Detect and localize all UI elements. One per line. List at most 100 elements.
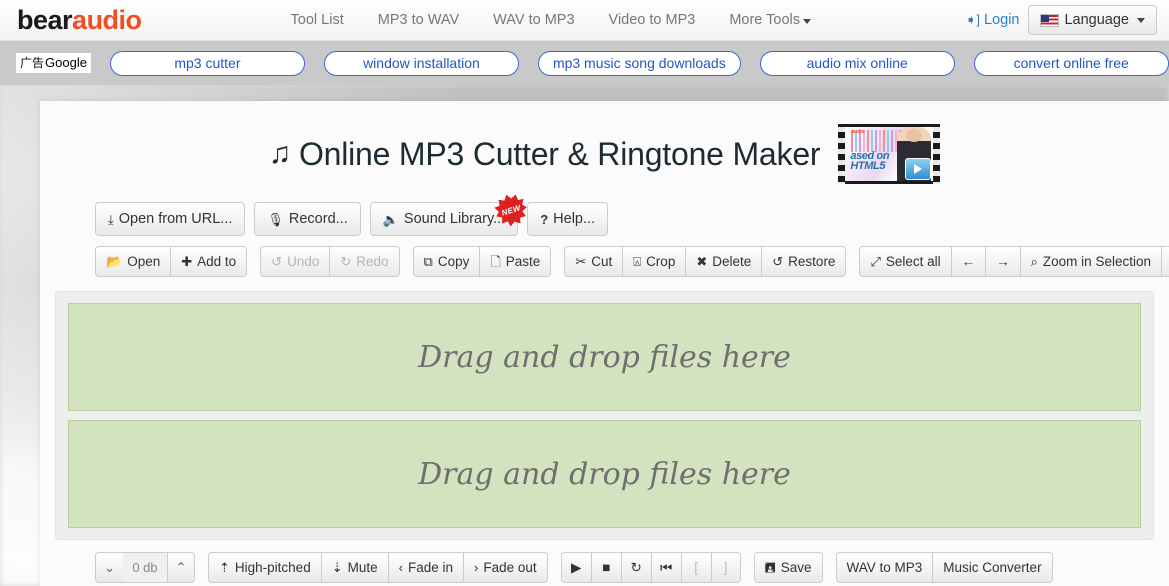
redo-label: Redo [356, 254, 389, 269]
arrow-right-button[interactable]: → [985, 246, 1020, 277]
undo-button[interactable]: ↺ Undo [260, 246, 330, 277]
fade-in-button[interactable]: ‹ Fade in [387, 552, 463, 583]
folder-open-icon: 📂 [106, 254, 123, 269]
open-from-url-button[interactable]: ⤓ Open from URL... [95, 202, 246, 236]
site-logo[interactable]: bearaudio [17, 4, 142, 35]
play-icon[interactable] [905, 158, 932, 180]
redo-arrow-icon: ↻ [340, 254, 352, 269]
copy-icon: ⧉ [423, 254, 433, 269]
toolbar-group-selection: ⤢ Select all ← → ⌕ Zoom in Selection ↔ S… [859, 246, 1169, 277]
arrow-left-button[interactable]: ← [950, 246, 986, 277]
google-ads-bar: 广告 Google mp3 cutter window installation … [0, 41, 1169, 85]
nav-item-more-tools[interactable]: More Tools [712, 12, 828, 28]
chevron-up-icon: ⌃ [175, 559, 187, 575]
wav-to-mp3-button[interactable]: WAV to MP3 [835, 552, 933, 583]
title-row: ♫ Online MP3 Cutter & Ringtone Maker aud… [40, 101, 1169, 184]
paste-label: Paste [505, 254, 541, 269]
close-x-icon: ✖ [696, 254, 708, 269]
nav-item-wav-to-mp3[interactable]: WAV to MP3 [476, 12, 591, 28]
arrow-left-icon: ← [961, 254, 976, 269]
nav-item-tool-list[interactable]: Tool List [274, 12, 361, 28]
mark-in-button[interactable]: [ [680, 552, 711, 583]
us-flag-icon [1040, 13, 1060, 27]
language-button[interactable]: Language [1028, 5, 1157, 35]
floppy-disk-icon: 🖪 [764, 560, 776, 575]
navbar-right-actions: ➧] Login Language [965, 5, 1157, 35]
ad-label-google: Google [45, 55, 87, 70]
delete-label: Delete [712, 254, 752, 269]
select-all-button[interactable]: ⤢ Select all [859, 246, 951, 277]
chevron-right-icon: › [474, 560, 479, 575]
ad-chip-convert-online-free[interactable]: convert online free [973, 50, 1169, 76]
dropzone-primary[interactable]: Drag and drop files here [68, 303, 1141, 411]
toolbar-group-modify: ✂ Cut ⍓ Crop ✖ Delete ↺ Restore [564, 246, 847, 277]
login-link[interactable]: ➧] Login [965, 12, 1019, 28]
undo-label: Undo [287, 254, 320, 269]
skip-to-start-icon: ⏮ [660, 559, 673, 575]
ad-chip-mp3-music-song-downloads[interactable]: mp3 music song downloads [537, 50, 741, 76]
delete-button[interactable]: ✖ Delete [685, 246, 762, 277]
page-title: ♫ Online MP3 Cutter & Ringtone Maker [269, 136, 821, 173]
chevron-left-icon: ‹ [398, 560, 403, 575]
language-label: Language [1064, 12, 1129, 28]
converter-links-group: WAV to MP3 Music Converter [835, 552, 1053, 583]
copy-button[interactable]: ⧉ Copy [412, 246, 480, 277]
mute-button[interactable]: ⇣ Mute [320, 552, 388, 583]
volume-down-button[interactable]: ⌄ [95, 552, 123, 583]
logo-text-bear: bear [17, 4, 73, 35]
toolbar-group-clipboard: ⧉ Copy 🗋 Paste [412, 246, 552, 277]
primary-toolbar: ⤓ Open from URL... 🎙 Record... 🔈 Sound L… [95, 202, 1169, 236]
save-button[interactable]: 🖪 Save [753, 552, 823, 583]
high-pitched-label: High-pitched [234, 560, 311, 575]
volume-up-button[interactable]: ⌃ [167, 552, 195, 583]
show-all-button[interactable]: ↔ Show all [1160, 246, 1169, 277]
record-button[interactable]: 🎙 Record... [254, 202, 361, 236]
chevron-down-icon: ⌄ [103, 559, 116, 575]
volume-value: 0 db [123, 552, 167, 583]
mute-label: Mute [347, 560, 378, 575]
skip-to-start-button[interactable]: ⏮ [650, 552, 681, 583]
fade-out-button[interactable]: › Fade out [463, 552, 548, 583]
paste-button[interactable]: 🗋 Paste [479, 246, 552, 277]
page-title-text: Online MP3 Cutter & Ringtone Maker [298, 135, 821, 172]
nav-item-video-to-mp3[interactable]: Video to MP3 [592, 12, 713, 28]
music-converter-button[interactable]: Music Converter [932, 552, 1053, 583]
ad-chip-audio-mix-online[interactable]: audio mix online [759, 50, 955, 76]
main-navigation: Tool List MP3 to WAV WAV to MP3 Video to… [274, 12, 828, 28]
restore-button[interactable]: ↺ Restore [761, 246, 847, 277]
ad-chip-window-installation[interactable]: window installation [323, 50, 519, 76]
logo-text-audio: audio [72, 4, 142, 35]
sound-library-label: Sound Library... [403, 211, 506, 227]
video-brand-label: audio [851, 129, 865, 135]
microphone-icon: 🎙 [267, 211, 284, 227]
intro-video-thumbnail[interactable]: audio ased on HTML5 [838, 124, 941, 184]
dropzone-secondary[interactable]: Drag and drop files here [68, 420, 1141, 528]
redo-button[interactable]: ↻ Redo [329, 246, 400, 277]
video-caption: ased on HTML5 [850, 151, 889, 172]
film-perforation-right [933, 124, 941, 184]
help-button[interactable]: ? Help... [527, 202, 609, 236]
undo-arrow-icon: ↺ [271, 254, 283, 269]
ad-chip-mp3-cutter[interactable]: mp3 cutter [109, 50, 305, 76]
music-note-icon: ♫ [268, 137, 292, 170]
restore-label: Restore [788, 254, 836, 269]
cut-button[interactable]: ✂ Cut [564, 246, 623, 277]
add-to-button[interactable]: ✚ Add to [170, 246, 248, 277]
chevron-down-icon [802, 19, 811, 24]
mark-out-button[interactable]: ] [710, 552, 741, 583]
sound-library-button[interactable]: 🔈 Sound Library... NEW [369, 202, 518, 236]
double-chevron-down-icon: ⇣ [331, 560, 343, 575]
nav-item-mp3-to-wav[interactable]: MP3 to WAV [361, 12, 476, 28]
crop-icon: ⍓ [633, 254, 642, 269]
zoom-in-selection-button[interactable]: ⌕ Zoom in Selection [1019, 246, 1161, 277]
save-label: Save [780, 560, 812, 575]
crop-button[interactable]: ⍓ Crop [622, 246, 686, 277]
loop-button[interactable]: ↻ [620, 552, 651, 583]
high-pitched-button[interactable]: ⇡ High-pitched [208, 552, 321, 583]
select-all-icon: ⤢ [870, 254, 881, 269]
app-card: ♫ Online MP3 Cutter & Ringtone Maker aud… [40, 101, 1169, 586]
open-button[interactable]: 📂 Open [95, 246, 171, 277]
fade-in-label: Fade in [407, 560, 453, 575]
stop-button[interactable]: ■ [590, 552, 621, 583]
play-button[interactable]: ▶ [560, 552, 591, 583]
